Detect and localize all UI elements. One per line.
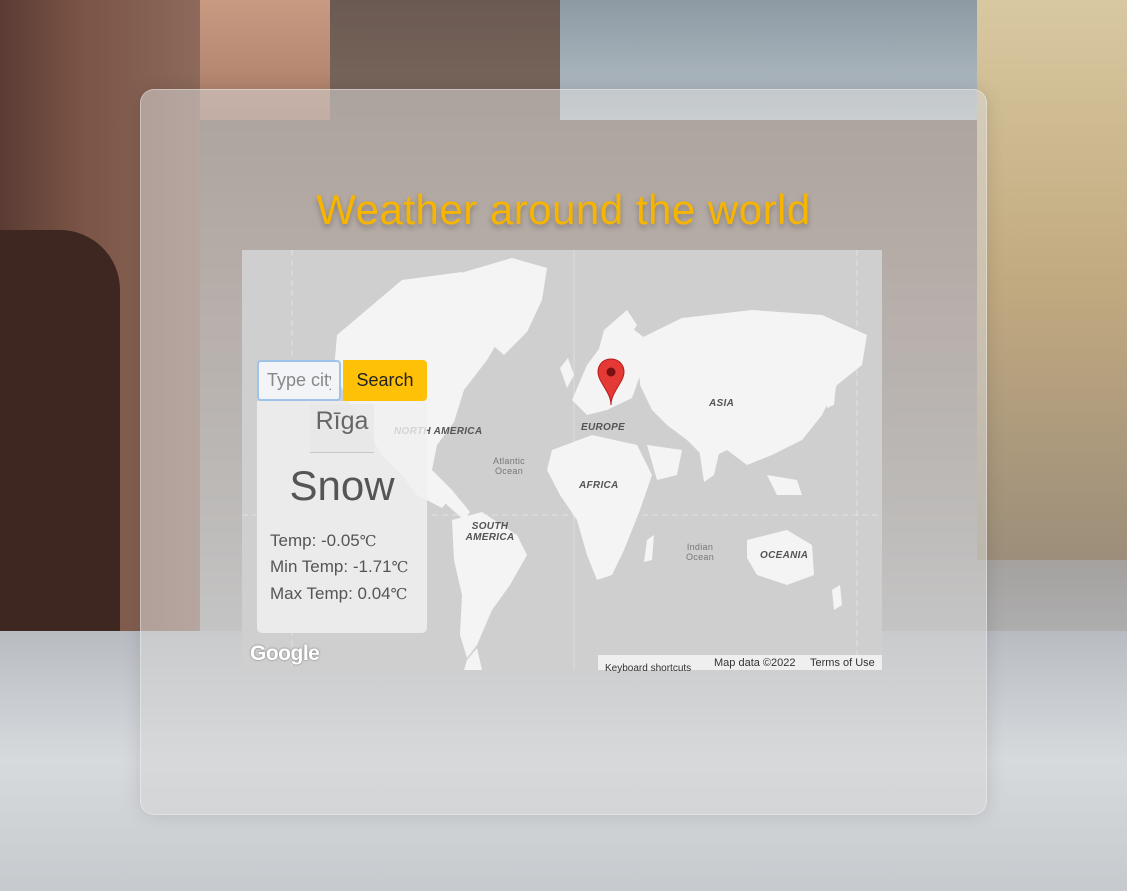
map-data-text: Map data ©2022 xyxy=(714,657,796,669)
city-search-input[interactable] xyxy=(257,360,341,401)
map-label-indian: Indian Ocean xyxy=(685,542,715,562)
map-pin-icon[interactable] xyxy=(597,358,625,406)
weather-condition: Snow xyxy=(289,462,395,509)
map-attribution-bar: Keyboard shortcuts Map data ©2022 Terms … xyxy=(598,655,882,674)
map-label-asia: ASIA xyxy=(709,398,735,409)
min-temp-stat: Min Temp: -1.71℃ xyxy=(270,557,408,577)
max-temp-unit: ℃ xyxy=(390,585,408,603)
google-logo[interactable]: Google xyxy=(250,642,320,666)
temp-stat: Temp: -0.05℃ xyxy=(270,531,377,551)
min-temp-unit: ℃ xyxy=(391,558,409,576)
temp-unit: ℃ xyxy=(359,532,377,550)
map-label-oceania: OCEANIA xyxy=(760,550,809,561)
page-title: Weather around the world xyxy=(316,186,811,233)
temp-value: Temp: -0.05 xyxy=(270,531,360,550)
map-label-south-america: SOUTH AMERICA xyxy=(465,521,515,543)
min-temp-value: Min Temp: -1.71 xyxy=(270,557,392,576)
search-button[interactable]: Search xyxy=(343,360,427,401)
max-temp-value: Max Temp: 0.04 xyxy=(270,584,391,603)
keyboard-shortcuts-link[interactable]: Keyboard shortcuts xyxy=(605,663,691,674)
map-label-europe: EUROPE xyxy=(581,422,626,433)
max-temp-stat: Max Temp: 0.04℃ xyxy=(270,584,407,604)
map-label-africa: AFRICA xyxy=(579,480,619,491)
terms-of-use-link[interactable]: Terms of Use xyxy=(810,657,875,669)
city-name: Rīga xyxy=(310,404,374,453)
map-label-atlantic: Atlantic Ocean xyxy=(493,456,525,476)
